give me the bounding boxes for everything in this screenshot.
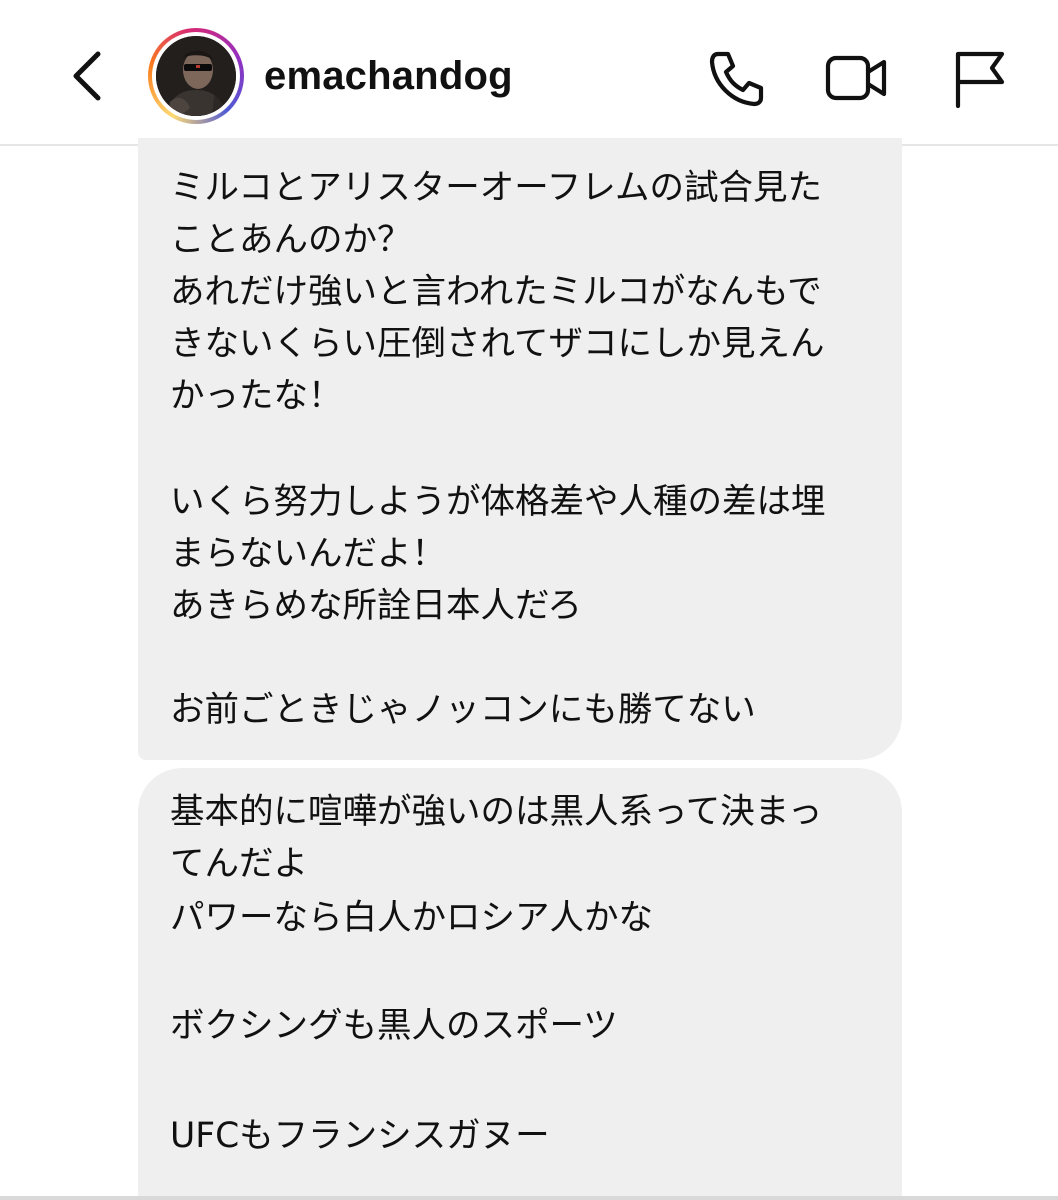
message-line: ミルコとアリスターオーフレムの試合見た xyxy=(170,168,823,208)
message-line: かったな！ xyxy=(170,376,343,416)
message-line: お前ごときじゃノッコンにも勝てない xyxy=(170,690,756,730)
message-line: てんだよ xyxy=(170,844,308,884)
message-line: ボクシングも黒人のスポーツ xyxy=(170,1006,618,1046)
flag-icon xyxy=(955,51,1005,109)
message-bubble[interactable]: ミルコとアリスターオーフレムの試合見た ことあんのか？ あれだけ強いと言われたミ… xyxy=(138,138,902,760)
call-button[interactable] xyxy=(704,46,768,110)
chevron-left-icon xyxy=(73,51,101,101)
message-line: いくら努力しようが体格差や人種の差は埋 xyxy=(170,482,826,522)
message-line: パワーなら白人かロシア人かな xyxy=(170,898,653,938)
video-call-button[interactable] xyxy=(824,46,888,110)
message-line: ことあんのか？ xyxy=(170,220,412,260)
report-button[interactable] xyxy=(948,46,1012,110)
avatar-image xyxy=(156,36,236,116)
back-button[interactable] xyxy=(62,46,118,106)
message-line: UFCもフランシスガヌー xyxy=(170,1116,550,1156)
message-bubble[interactable]: 基本的に喧嘩が強いのは黒人系って決まっ てんだよ パワーなら白人かロシア人かな … xyxy=(138,768,902,1200)
message-line: 基本的に喧嘩が強いのは黒人系って決まっ xyxy=(170,792,823,832)
message-line: あれだけ強いと言われたミルコがなんもで xyxy=(170,272,822,312)
message-line: あきらめな所詮日本人だろ xyxy=(170,586,582,626)
video-camera-icon xyxy=(825,55,887,101)
bottom-divider xyxy=(0,1196,1058,1200)
avatar xyxy=(156,36,236,116)
story-ring[interactable] xyxy=(148,28,244,124)
phone-icon xyxy=(709,51,764,107)
message-line: きないくらい圧倒されてザコにしか見えん xyxy=(170,324,825,364)
message-line: まらないんだよ！ xyxy=(170,534,446,574)
chat-header: emachandog xyxy=(0,0,1058,146)
dm-thread-screen: emachandog ミルコとアリスターオーフレムの試合見た ことあんのか？ あ… xyxy=(0,0,1058,1200)
username[interactable]: emachandog xyxy=(264,50,513,102)
